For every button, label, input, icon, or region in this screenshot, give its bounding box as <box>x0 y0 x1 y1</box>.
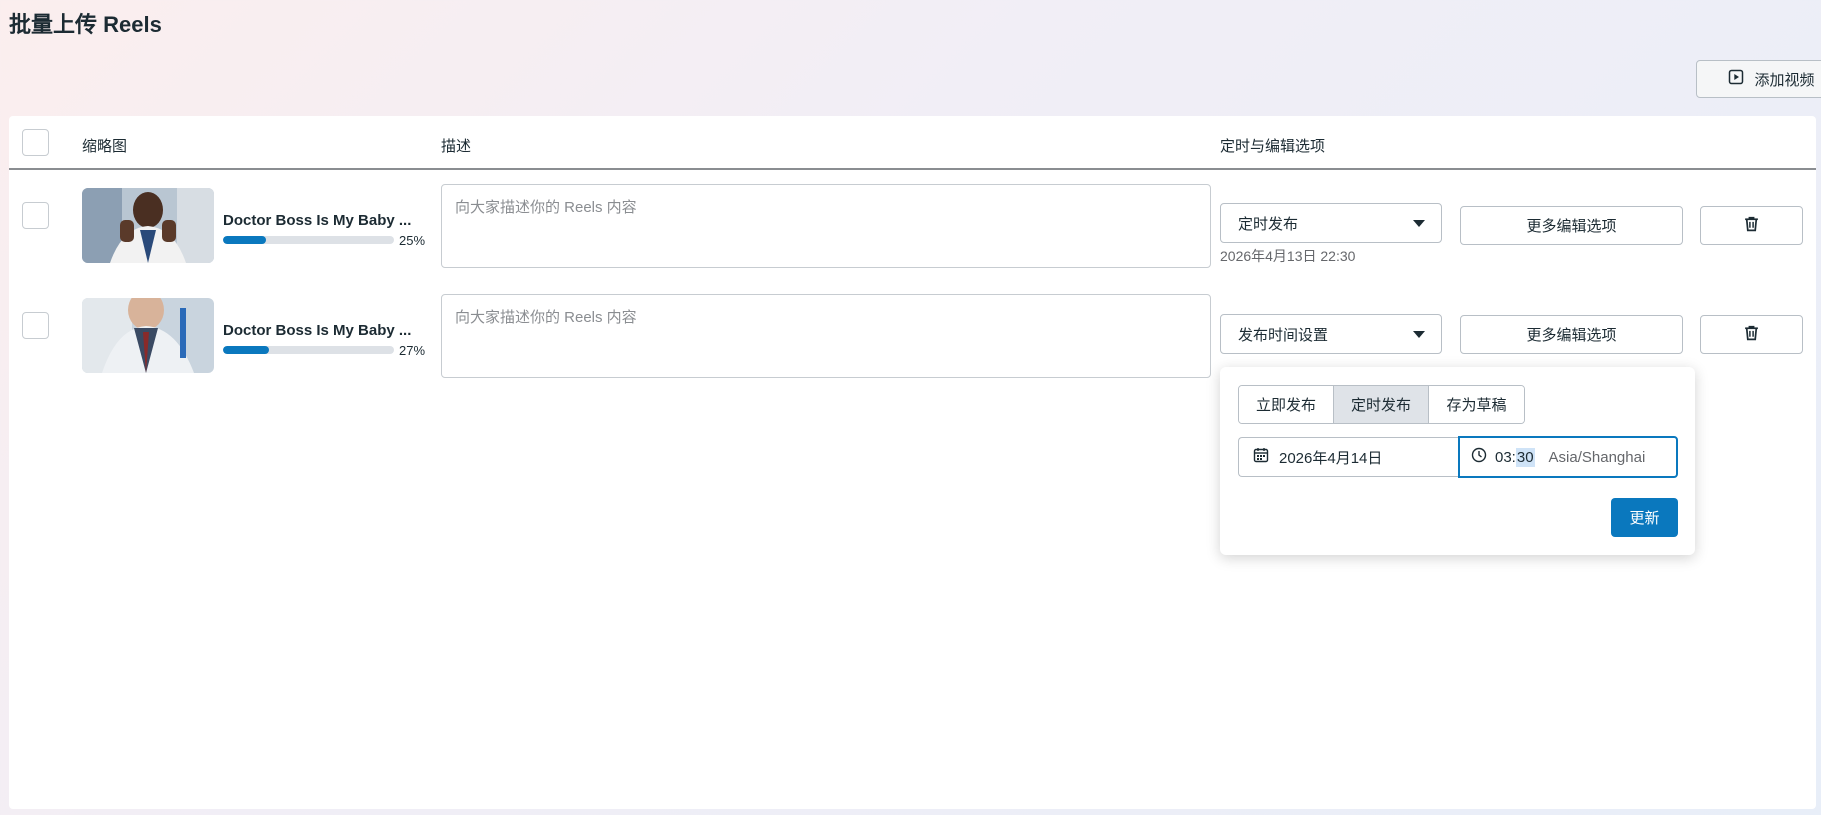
scheduled-time-text: 2026年4月13日 22:30 <box>1220 248 1356 264</box>
trash-icon <box>1743 215 1760 237</box>
publish-mode-segmented-control: 立即发布 定时发布 存为草稿 <box>1238 385 1525 424</box>
video-title: Doctor Boss Is My Baby ... <box>223 322 412 339</box>
header-thumbnail: 缩略图 <box>82 138 128 155</box>
option-publish-now[interactable]: 立即发布 <box>1239 386 1334 423</box>
description-input[interactable]: 向大家描述你的 Reels 内容 <box>441 294 1211 378</box>
clock-icon <box>1471 447 1487 467</box>
page-title: 批量上传 Reels <box>9 12 162 37</box>
video-thumbnail <box>82 298 214 373</box>
trash-icon <box>1743 324 1760 346</box>
date-value: 2026年4月14日 <box>1279 449 1383 467</box>
header-description: 描述 <box>441 138 472 155</box>
table-row: Doctor Boss Is My Baby ... 25% 向大家描述你的 R… <box>9 176 1816 286</box>
video-play-icon <box>1728 69 1744 89</box>
row-checkbox[interactable] <box>22 202 49 229</box>
delete-button[interactable] <box>1700 315 1803 354</box>
upload-progress-fill <box>223 346 270 354</box>
delete-button[interactable] <box>1700 206 1803 245</box>
update-button[interactable]: 更新 <box>1611 498 1678 537</box>
table-header: 缩略图 描述 定时与编辑选项 <box>9 116 1816 170</box>
caret-down-icon <box>1413 220 1425 227</box>
publish-option-value: 发布时间设置 <box>1238 326 1329 344</box>
caret-down-icon <box>1413 331 1425 338</box>
option-schedule[interactable]: 定时发布 <box>1334 386 1429 423</box>
add-video-label: 添加视频 <box>1754 71 1815 89</box>
date-picker-field[interactable]: 2026年4月14日 <box>1238 437 1458 477</box>
upload-progress-label: 27% <box>399 343 426 358</box>
upload-progress-bar <box>223 236 394 244</box>
upload-progress-fill <box>223 236 266 244</box>
option-save-draft[interactable]: 存为草稿 <box>1429 386 1524 423</box>
calendar-icon <box>1253 447 1269 467</box>
select-all-checkbox[interactable] <box>22 129 49 156</box>
time-minute[interactable]: 30 <box>1515 447 1535 467</box>
publish-option-value: 定时发布 <box>1238 215 1299 233</box>
upload-progress-label: 25% <box>399 233 426 248</box>
timezone-label: Asia/Shanghai <box>1548 448 1646 466</box>
publish-option-select[interactable]: 定时发布 <box>1220 203 1442 243</box>
header-schedule: 定时与编辑选项 <box>1220 138 1326 155</box>
upload-progress-bar <box>223 346 394 354</box>
more-edit-options-button[interactable]: 更多编辑选项 <box>1460 206 1683 245</box>
description-input[interactable]: 向大家描述你的 Reels 内容 <box>441 184 1211 268</box>
time-value: 03:30 <box>1495 447 1535 467</box>
more-edit-options-button[interactable]: 更多编辑选项 <box>1460 315 1683 354</box>
row-checkbox[interactable] <box>22 312 49 339</box>
time-hour: 03: <box>1495 448 1516 466</box>
video-thumbnail <box>82 188 214 263</box>
time-picker-field[interactable]: 03:30 Asia/Shanghai <box>1458 436 1678 478</box>
publish-time-popover: 立即发布 定时发布 存为草稿 2026年4月14日 03:30 Asia/Sha… <box>1220 367 1695 555</box>
add-video-button[interactable]: 添加视频 <box>1696 60 1821 98</box>
publish-option-select[interactable]: 发布时间设置 <box>1220 314 1442 354</box>
video-title: Doctor Boss Is My Baby ... <box>223 212 412 229</box>
